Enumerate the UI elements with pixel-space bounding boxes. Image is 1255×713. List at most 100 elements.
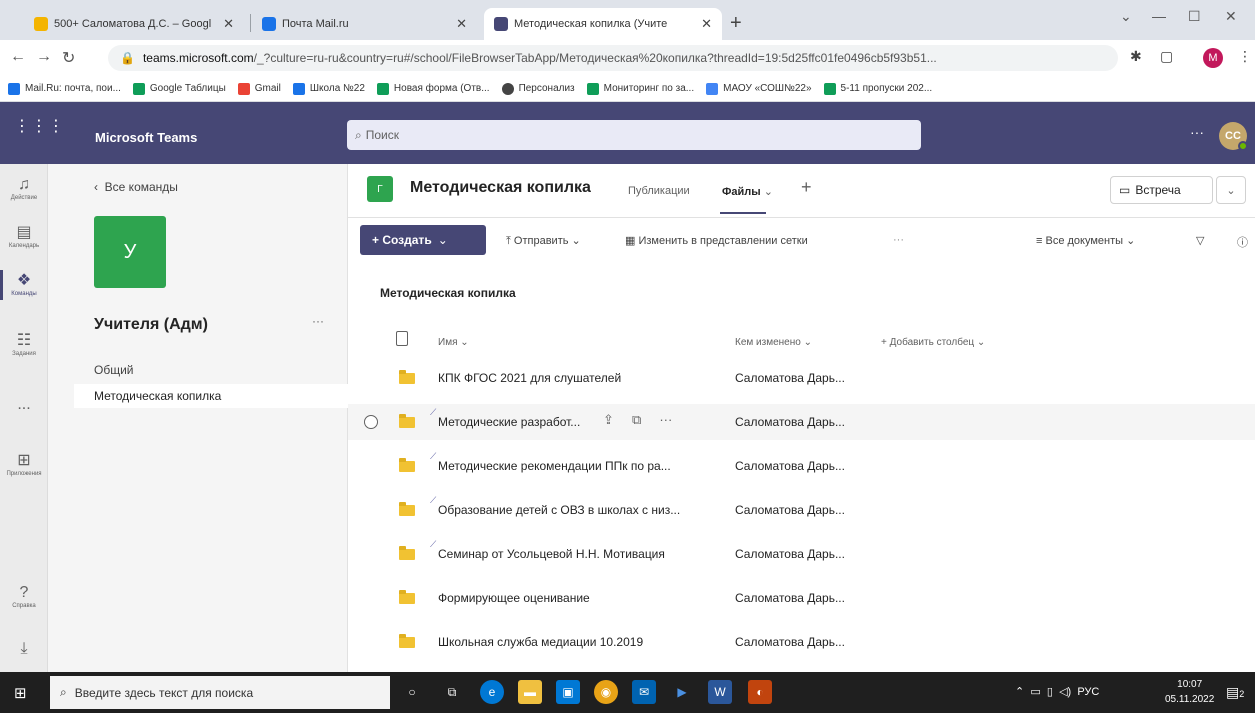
team-more-button[interactable]: ··· xyxy=(312,314,324,328)
file-explorer-icon[interactable]: ▬ xyxy=(518,680,542,704)
close-icon[interactable]: ✕ xyxy=(456,16,467,32)
file-name[interactable]: Методические разработ... xyxy=(438,415,598,429)
folder-icon xyxy=(399,546,415,560)
bookmark-item[interactable]: 5-11 пропуски 202... xyxy=(823,82,932,95)
forward-arrow-icon[interactable]: → xyxy=(36,48,52,66)
clock[interactable]: 10:07 05.11.2022 xyxy=(1165,677,1214,707)
maximize-icon[interactable]: ☐ xyxy=(1188,8,1201,25)
bookmark-item[interactable]: Школа №22 xyxy=(292,82,365,95)
bell-icon: ♫ xyxy=(18,176,30,193)
app-icon[interactable]: ◐ xyxy=(748,680,772,704)
file-name[interactable]: Формирующее оценивание xyxy=(438,591,718,605)
edge-icon[interactable]: e xyxy=(480,680,504,704)
user-avatar[interactable]: CC xyxy=(1219,122,1248,151)
browser-tab-1[interactable]: 500+ Саломатова Д.С. – Googl ✕ xyxy=(24,8,244,40)
network-icon[interactable]: ▭ xyxy=(1030,686,1040,698)
rail-item-download[interactable]: ⤓ xyxy=(0,640,48,658)
rail-item-assignments[interactable]: ☷ Задания xyxy=(0,332,48,358)
extensions-icon[interactable]: ✱ xyxy=(1130,48,1142,65)
all-documents-dropdown[interactable]: ≡ Все документы ⌄ xyxy=(1036,234,1135,247)
info-icon[interactable]: ⓘ xyxy=(1237,234,1248,250)
url-field[interactable]: 🔒 teams.microsoft.com /_?culture=ru-ru&c… xyxy=(108,45,1118,71)
more-options-icon[interactable]: ··· xyxy=(1190,124,1204,140)
back-arrow-icon[interactable]: ← xyxy=(10,48,26,66)
bookmark-item[interactable]: Gmail xyxy=(237,82,281,95)
battery-icon[interactable]: ▯ xyxy=(1047,686,1053,698)
window-close-icon[interactable]: ✕ xyxy=(1225,8,1237,25)
minimize-icon[interactable]: — xyxy=(1152,8,1166,24)
close-icon[interactable]: ✕ xyxy=(701,16,712,32)
rail-item-teams[interactable]: ❖ Команды xyxy=(0,272,48,298)
chevron-up-icon[interactable]: ⌃ xyxy=(1015,686,1024,698)
new-tab-button[interactable]: + xyxy=(730,12,742,35)
add-tab-button[interactable]: + xyxy=(801,177,812,198)
table-row[interactable]: КПК ФГОС 2021 для слушателей Саломатова … xyxy=(348,360,1255,396)
row-more-icon[interactable]: ··· xyxy=(659,412,672,427)
bookmark-item[interactable]: Персонализ xyxy=(501,82,575,95)
language-indicator[interactable]: РУС xyxy=(1077,686,1099,698)
table-row[interactable]: Школьная служба медиации 10.2019 Саломат… xyxy=(348,624,1255,660)
file-name[interactable]: Семинар от Усольцевой Н.Н. Мотивация xyxy=(438,547,718,561)
windows-start-icon[interactable]: ⊞ xyxy=(14,684,27,702)
table-row[interactable]: ⟋ Образование детей с ОВЗ в школах с низ… xyxy=(348,492,1255,528)
word-icon[interactable]: W xyxy=(708,680,732,704)
column-name-header[interactable]: Имя ⌄ xyxy=(438,337,469,348)
table-row[interactable]: ⟋ Методические рекомендации ППк по ра...… xyxy=(348,448,1255,484)
rail-item-apps[interactable]: ⊞ Приложения xyxy=(0,452,48,478)
grid-view-button[interactable]: ▦ Изменить в представлении сетки xyxy=(625,234,808,247)
meet-dropdown-icon[interactable]: ⌄ xyxy=(1216,176,1246,204)
browser-tab-3[interactable]: Методическая копилка (Учите ✕ xyxy=(484,8,722,40)
bookmark-item[interactable]: Мониторинг по за... xyxy=(586,82,694,95)
bookmark-item[interactable]: Новая форма (Отв... xyxy=(376,82,490,95)
app-icon[interactable]: ▶ xyxy=(670,680,694,704)
task-view-icon[interactable]: ⧉ xyxy=(440,680,464,704)
toolbar-more-button[interactable]: ··· xyxy=(893,234,904,246)
notifications-icon[interactable]: ▤2 xyxy=(1226,684,1244,701)
file-name[interactable]: Школьная служба медиации 10.2019 xyxy=(438,635,718,649)
create-button[interactable]: + Создать ⌄ xyxy=(360,225,486,255)
bookmark-item[interactable]: Mail.Ru: почта, пои... xyxy=(8,82,121,95)
tab-search-icon[interactable]: ⌄ xyxy=(1120,8,1132,25)
file-name[interactable]: Методические рекомендации ППк по ра... xyxy=(438,459,718,473)
store-icon[interactable]: ▣ xyxy=(556,680,580,704)
profile-avatar[interactable]: M xyxy=(1203,48,1223,68)
rail-item-activity[interactable]: ♫ Действие xyxy=(0,176,48,202)
column-modified-by-header[interactable]: Кем изменено ⌄ xyxy=(735,337,812,348)
add-column-button[interactable]: + Добавить столбец ⌄ xyxy=(881,337,985,348)
volume-icon[interactable]: ◁) xyxy=(1059,686,1071,698)
table-row[interactable]: ⟋ Семинар от Усольцевой Н.Н. Мотивация С… xyxy=(348,536,1255,572)
browser-tab-2[interactable]: Почта Mail.ru ✕ xyxy=(252,8,477,40)
bookmark-item[interactable]: МАОУ «СОШ№22» xyxy=(706,82,812,95)
reload-icon[interactable]: ↻ xyxy=(62,48,75,68)
chrome-icon[interactable]: ◉ xyxy=(594,680,618,704)
bookmark-item[interactable]: Google Таблицы xyxy=(132,82,226,95)
filter-icon[interactable]: ▽ xyxy=(1196,234,1204,247)
channel-header-divider xyxy=(348,217,1255,218)
tab-posts[interactable]: Публикации xyxy=(628,185,690,197)
upload-button[interactable]: ⤒ Отправить ⌄ xyxy=(506,234,581,248)
table-row[interactable]: Формирующее оценивание Саломатова Дарь..… xyxy=(348,580,1255,616)
search-input[interactable]: ⌕ Поиск xyxy=(347,120,921,150)
mail-app-icon[interactable]: ✉ xyxy=(632,680,656,704)
rail-item-calendar[interactable]: ▤ Календарь xyxy=(0,224,48,250)
app-launcher-icon[interactable]: ⋮⋮⋮ xyxy=(14,116,65,136)
tab-files[interactable]: Файлы ⌄ xyxy=(722,185,773,198)
cortana-icon[interactable]: ○ xyxy=(400,680,424,704)
browser-menu-icon[interactable]: ⋮ xyxy=(1238,48,1252,65)
copy-link-icon[interactable]: ⧉ xyxy=(632,412,641,427)
row-select-radio[interactable] xyxy=(364,415,378,429)
file-name[interactable]: Образование детей с ОВЗ в школах с низ..… xyxy=(438,503,718,517)
rail-item-more[interactable]: ... xyxy=(0,396,48,414)
chevron-down-icon: ⌄ xyxy=(437,233,448,247)
rail-item-help[interactable]: ? Справка xyxy=(0,584,48,610)
taskbar-search-input[interactable]: ⌕ Введите здесь текст для поиска xyxy=(50,676,390,709)
table-row[interactable]: ⟋ Методические разработ... ⇪ ⧉ ··· Салом… xyxy=(348,404,1255,440)
sidebar-icon[interactable]: ▢ xyxy=(1160,48,1173,65)
channel-general[interactable]: Общий xyxy=(74,358,348,382)
file-name[interactable]: КПК ФГОС 2021 для слушателей xyxy=(438,371,718,385)
close-icon[interactable]: ✕ xyxy=(223,16,234,32)
share-icon[interactable]: ⇪ xyxy=(603,412,614,427)
all-teams-link[interactable]: ‹ Все команды xyxy=(94,180,178,194)
meet-button[interactable]: ▭ Встреча xyxy=(1110,176,1213,204)
channel-metod-kopilka[interactable]: Методическая копилка xyxy=(74,384,348,408)
